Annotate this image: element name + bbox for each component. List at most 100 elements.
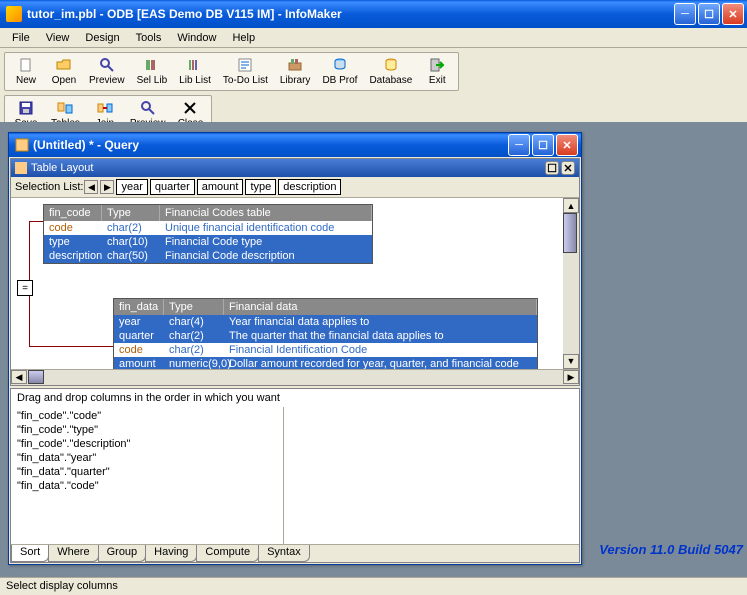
join-line bbox=[29, 346, 113, 347]
tb-library-label: Library bbox=[280, 75, 311, 86]
tb-dbprof[interactable]: DB Prof bbox=[316, 55, 363, 88]
tb-open[interactable]: Open bbox=[45, 55, 83, 88]
sort-target-list[interactable] bbox=[284, 407, 579, 544]
tab-having[interactable]: Having bbox=[145, 545, 197, 562]
tb-database[interactable]: Database bbox=[363, 55, 418, 88]
tb-sellib[interactable]: Sel Lib bbox=[131, 55, 174, 88]
tb-todo[interactable]: To-Do List bbox=[217, 55, 274, 88]
menu-design[interactable]: Design bbox=[77, 30, 127, 46]
th-desc: Financial Codes table bbox=[160, 205, 372, 221]
child-titlebar: (Untitled) * - Query ─ ☐ ✕ bbox=[9, 133, 581, 157]
sel-nav-prev[interactable]: ◀ bbox=[84, 180, 98, 194]
table-row[interactable]: yearchar(4)Year financial data applies t… bbox=[114, 315, 537, 329]
list-item[interactable]: "fin_code"."code" bbox=[17, 409, 277, 423]
table-row[interactable]: descriptionchar(50)Financial Code descri… bbox=[44, 249, 372, 263]
scroll-thumb[interactable] bbox=[563, 213, 577, 253]
list-item[interactable]: "fin_data"."year" bbox=[17, 451, 277, 465]
panel-maximize-button[interactable]: ☐ bbox=[545, 161, 559, 175]
list-item[interactable]: "fin_data"."code" bbox=[17, 479, 277, 493]
selection-list-label: Selection List: bbox=[15, 181, 83, 193]
table-fin-data[interactable]: fin_data Type Financial data yearchar(4)… bbox=[113, 298, 538, 369]
child-title: (Untitled) * - Query bbox=[33, 138, 508, 152]
sel-col-type[interactable]: type bbox=[245, 179, 276, 195]
tb-liblist-label: Lib List bbox=[179, 75, 211, 86]
app-title: tutor_im.pbl - ODB [EAS Demo DB V115 IM]… bbox=[27, 7, 674, 21]
tb-liblist[interactable]: Lib List bbox=[173, 55, 217, 88]
app-icon bbox=[6, 6, 22, 22]
tb-new-label: New bbox=[16, 75, 36, 86]
table-layout-title: Table Layout bbox=[31, 162, 93, 174]
toolbar-main: New Open Preview Sel Lib Lib List To-Do … bbox=[4, 52, 459, 91]
table-row[interactable]: quarterchar(2)The quarter that the finan… bbox=[114, 329, 537, 343]
version-label: Version 11.0 Build 5047 bbox=[599, 542, 743, 557]
join-box[interactable]: = bbox=[17, 280, 33, 296]
tb-dbprof-label: DB Prof bbox=[322, 75, 357, 86]
table-row[interactable]: amountnumeric(9,0)Dollar amount recorded… bbox=[114, 357, 537, 369]
maximize-button[interactable]: ☐ bbox=[698, 3, 720, 25]
tb-open-label: Open bbox=[52, 75, 76, 86]
table-row[interactable]: codechar(2)Unique financial identificati… bbox=[44, 221, 372, 235]
tb-library[interactable]: Library bbox=[274, 55, 317, 88]
table-canvas[interactable]: = fin_code Type Financial Codes table co… bbox=[11, 198, 579, 369]
close-button[interactable]: ✕ bbox=[722, 3, 744, 25]
menu-window[interactable]: Window bbox=[169, 30, 224, 46]
tb-new[interactable]: New bbox=[7, 55, 45, 88]
sel-col-description[interactable]: description bbox=[278, 179, 341, 195]
table-layout-header: Table Layout ☐ ✕ bbox=[11, 159, 579, 177]
canvas-hscroll[interactable]: ◀ ▶ bbox=[11, 369, 579, 385]
sel-col-amount[interactable]: amount bbox=[197, 179, 244, 195]
table-fin-code[interactable]: fin_code Type Financial Codes table code… bbox=[43, 204, 373, 264]
selection-list-row: Selection List: ◀ ▶ year quarter amount … bbox=[11, 177, 579, 198]
sel-nav-next[interactable]: ▶ bbox=[100, 180, 114, 194]
table-fin-code-header: fin_code Type Financial Codes table bbox=[44, 205, 372, 221]
sel-col-year[interactable]: year bbox=[116, 179, 147, 195]
query-icon bbox=[15, 138, 29, 152]
main-titlebar: tutor_im.pbl - ODB [EAS Demo DB V115 IM]… bbox=[0, 0, 747, 28]
panel-close-button[interactable]: ✕ bbox=[561, 161, 575, 175]
scroll-thumb[interactable] bbox=[28, 370, 44, 384]
query-window: (Untitled) * - Query ─ ☐ ✕ Table Layout … bbox=[8, 132, 582, 565]
table-row[interactable]: codechar(2)Financial Identification Code bbox=[114, 343, 537, 357]
menu-view[interactable]: View bbox=[38, 30, 78, 46]
statusbar: Select display columns bbox=[0, 577, 747, 595]
list-item[interactable]: "fin_code"."type" bbox=[17, 423, 277, 437]
th-name: fin_code bbox=[44, 205, 102, 221]
canvas-vscroll[interactable]: ▲ ▼ bbox=[563, 198, 579, 369]
tab-sort[interactable]: Sort bbox=[11, 545, 49, 562]
tab-syntax[interactable]: Syntax bbox=[258, 545, 310, 562]
menubar: File View Design Tools Window Help bbox=[0, 28, 747, 48]
tb-exit[interactable]: Exit bbox=[418, 55, 456, 88]
drop-hint: Drag and drop columns in the order in wh… bbox=[11, 389, 579, 407]
sel-col-quarter[interactable]: quarter bbox=[150, 179, 195, 195]
menu-file[interactable]: File bbox=[4, 30, 38, 46]
scroll-up[interactable]: ▲ bbox=[563, 198, 579, 213]
status-text: Select display columns bbox=[6, 580, 118, 592]
scroll-right[interactable]: ▶ bbox=[563, 370, 579, 384]
tb-preview-label: Preview bbox=[89, 75, 125, 86]
scroll-left[interactable]: ◀ bbox=[11, 370, 27, 384]
tb-sellib-label: Sel Lib bbox=[137, 75, 168, 86]
scroll-down[interactable]: ▼ bbox=[563, 354, 579, 369]
tab-compute[interactable]: Compute bbox=[196, 545, 259, 562]
list-item[interactable]: "fin_data"."quarter" bbox=[17, 465, 277, 479]
menu-tools[interactable]: Tools bbox=[128, 30, 170, 46]
tab-where[interactable]: Where bbox=[48, 545, 98, 562]
table-row[interactable]: typechar(10)Financial Code type bbox=[44, 235, 372, 249]
th-type: Type bbox=[102, 205, 160, 221]
list-item[interactable]: "fin_code"."description" bbox=[17, 437, 277, 451]
child-minimize-button[interactable]: ─ bbox=[508, 134, 530, 156]
minimize-button[interactable]: ─ bbox=[674, 3, 696, 25]
child-maximize-button[interactable]: ☐ bbox=[532, 134, 554, 156]
table-fin-data-header: fin_data Type Financial data bbox=[114, 299, 537, 315]
th-name: fin_data bbox=[114, 299, 164, 315]
table-layout-panel: Table Layout ☐ ✕ Selection List: ◀ ▶ yea… bbox=[10, 158, 580, 386]
child-close-button[interactable]: ✕ bbox=[556, 134, 578, 156]
tb-database-label: Database bbox=[369, 75, 412, 86]
bottom-tabs: Sort Where Group Having Compute Syntax bbox=[11, 544, 579, 562]
tb-preview[interactable]: Preview bbox=[83, 55, 131, 88]
tb-exit-label: Exit bbox=[429, 75, 446, 86]
join-line bbox=[29, 221, 43, 222]
tab-group[interactable]: Group bbox=[98, 545, 147, 562]
menu-help[interactable]: Help bbox=[224, 30, 263, 46]
column-list[interactable]: "fin_code"."code" "fin_code"."type" "fin… bbox=[11, 407, 284, 544]
